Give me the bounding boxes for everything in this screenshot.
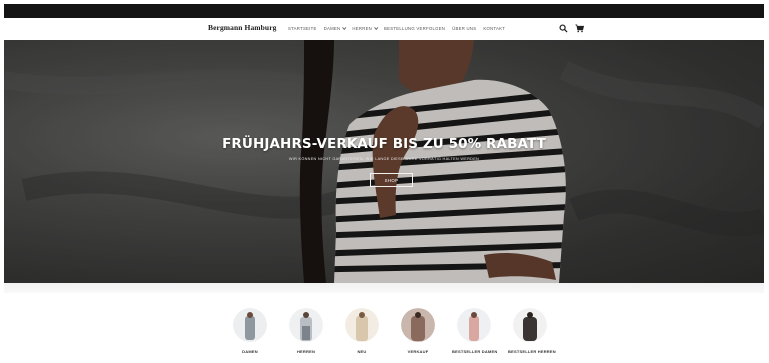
main-navigation: STARTSEITE DAMEN HERREN BESTELLUNG VERFO… xyxy=(288,25,512,31)
category-thumbnail xyxy=(457,308,491,342)
nav-label: HERREN xyxy=(352,26,373,31)
chevron-down-icon xyxy=(374,25,379,30)
category-thumbnail xyxy=(289,308,323,342)
category-neu[interactable]: NEU xyxy=(340,308,384,354)
category-row: DAMEN HERREN NEU VERKAUF BESTSELLER DAME… xyxy=(228,308,568,360)
nav-item-damen[interactable]: DAMEN xyxy=(323,25,347,31)
hero-banner: FRÜHJAHRS-VERKAUF BIS ZU 50% RABATT WIR … xyxy=(4,40,764,283)
category-herren[interactable]: HERREN xyxy=(284,308,328,354)
category-bestseller-herren[interactable]: BESTSELLER HERREN xyxy=(508,308,556,354)
nav-item-ueber-uns[interactable]: ÜBER UNS xyxy=(452,26,476,31)
header-icons xyxy=(559,24,584,33)
nav-label: KONTAKT xyxy=(483,26,506,31)
hero-subtitle: WIR KÖNNEN NICHT GARANTIEREN, WIE LANGE … xyxy=(288,157,480,161)
shop-button[interactable]: SHOP xyxy=(370,173,413,187)
section-divider xyxy=(4,283,764,293)
nav-item-startseite[interactable]: STARTSEITE xyxy=(288,26,317,31)
site-header: Bergmann Hamburg STARTSEITE DAMEN HERREN… xyxy=(4,18,764,40)
hero-title: FRÜHJAHRS-VERKAUF BIS ZU 50% RABATT xyxy=(222,136,546,152)
nav-label: STARTSEITE xyxy=(288,26,317,31)
category-bestseller-damen[interactable]: BESTSELLER DAMEN xyxy=(452,308,498,354)
top-announcement-bar xyxy=(4,4,764,18)
nav-label: ÜBER UNS xyxy=(452,26,477,31)
brand-logo[interactable]: Bergmann Hamburg xyxy=(208,23,276,32)
category-label: NEU xyxy=(357,349,367,354)
category-label: DAMEN xyxy=(242,349,258,354)
category-thumbnail xyxy=(345,308,379,342)
category-label: BESTSELLER HERREN xyxy=(508,349,556,354)
nav-label: DAMEN xyxy=(323,26,341,31)
category-thumbnail xyxy=(401,308,435,342)
category-thumbnail xyxy=(513,308,547,342)
category-label: BESTSELLER DAMEN xyxy=(452,349,498,354)
category-verkauf[interactable]: VERKAUF xyxy=(396,308,440,354)
nav-item-bestellung-verfolgen[interactable]: BESTELLUNG VERFOLGEN xyxy=(384,26,445,31)
search-icon[interactable] xyxy=(559,24,568,33)
category-damen[interactable]: DAMEN xyxy=(228,308,272,354)
nav-label: BESTELLUNG VERFOLGEN xyxy=(384,26,446,31)
nav-item-herren[interactable]: HERREN xyxy=(352,25,379,31)
nav-item-kontakt[interactable]: KONTAKT xyxy=(483,26,505,31)
category-label: HERREN xyxy=(296,349,316,354)
cart-icon[interactable] xyxy=(575,24,584,33)
chevron-down-icon xyxy=(342,25,347,30)
category-thumbnail xyxy=(233,308,267,342)
category-label: VERKAUF xyxy=(407,349,429,354)
